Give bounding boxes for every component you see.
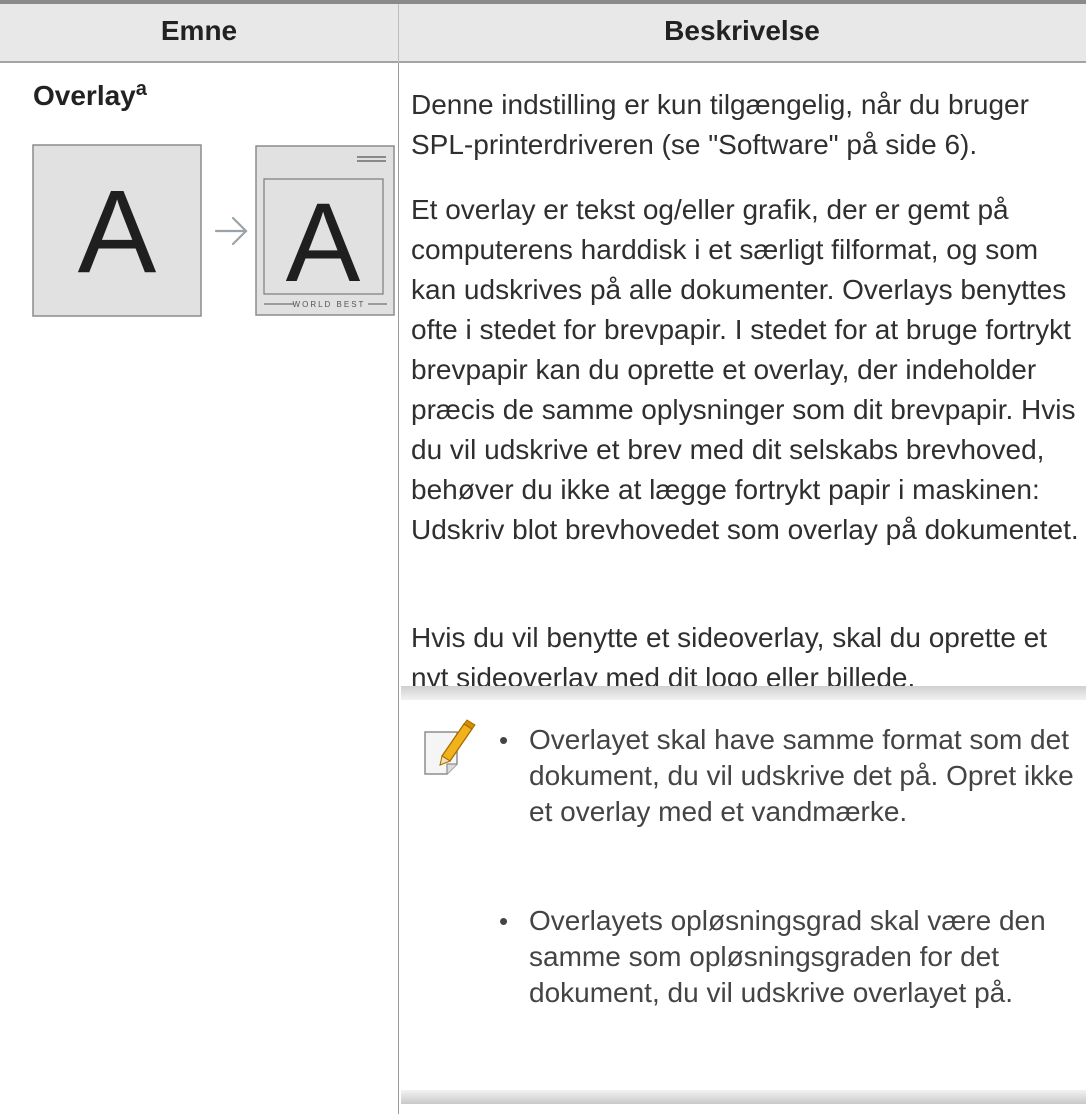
footnote-mark: a	[135, 78, 147, 100]
paragraph-overlay-description: Et overlay er tekst og/eller grafik, der…	[411, 194, 1079, 545]
paragraph-availability: Denne indstilling er kun tilgængelig, nå…	[411, 89, 1029, 160]
topic-name: Overlay	[33, 80, 136, 111]
note-bullet-1: • Overlayet skal have samme format som d…	[499, 722, 1084, 830]
note-bullet-2-text: Overlayets opløsningsgrad skal være den …	[529, 905, 1046, 1008]
header-beskrivelse: Beskrivelse	[664, 15, 820, 46]
overlay-illustration: A A WORLD BEST	[32, 144, 395, 317]
bullet-dot: •	[499, 725, 509, 755]
topic-title: Overlaya	[33, 78, 147, 117]
manual-page: Emne Beskrivelse Overlaya A A WORLD BEST…	[0, 0, 1086, 1114]
note-bullet-1-text: Overlayet skal have samme format som det…	[529, 724, 1074, 827]
note-box: • Overlayet skal have samme format som d…	[401, 686, 1086, 1104]
header-emne: Emne	[160, 15, 238, 46]
overlay-page-letter: A	[286, 180, 361, 305]
note-bullet-2: • Overlayets opløsningsgrad skal være de…	[499, 903, 1084, 1011]
header-column-divider	[398, 4, 399, 63]
note-bar-top	[401, 686, 1086, 700]
note-pencil-icon	[424, 719, 476, 775]
note-bar-bottom	[401, 1090, 1086, 1104]
plain-page-letter: A	[78, 166, 157, 298]
overlay-banner-text: WORLD BEST	[293, 300, 366, 309]
bullet-dot: •	[499, 906, 509, 936]
column-divider	[398, 63, 399, 1114]
arrow-right-icon	[214, 216, 248, 246]
table-header-row: Emne Beskrivelse	[0, 4, 1086, 63]
